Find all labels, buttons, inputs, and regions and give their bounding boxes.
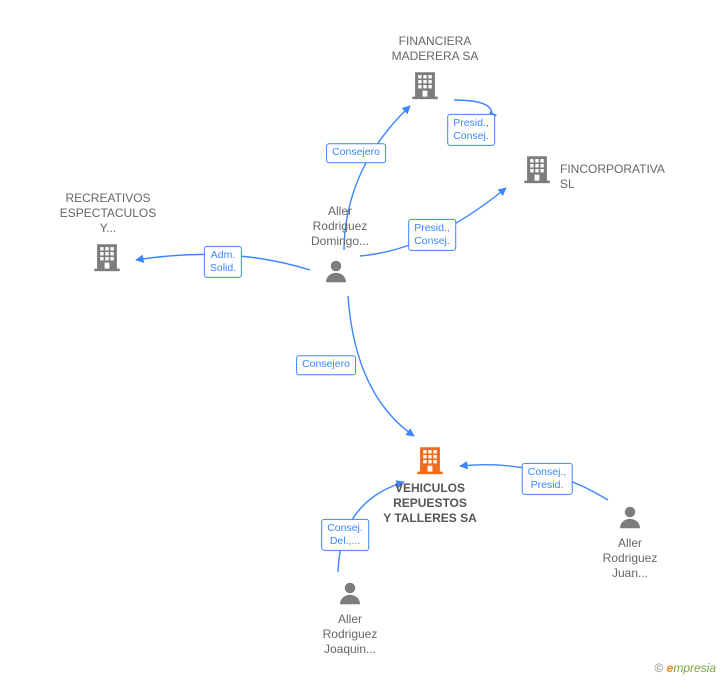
node-label: FINCORPORATIVA SL bbox=[560, 162, 664, 192]
company-node-financiera[interactable]: FINANCIERA MADERERA SA bbox=[375, 30, 495, 64]
node-label: Aller Rodriguez Juan... bbox=[580, 536, 680, 581]
building-icon bbox=[90, 240, 124, 274]
copyright: © empresia bbox=[654, 661, 716, 675]
relation-edge bbox=[348, 296, 414, 436]
node-label: Aller Rodriguez Domingo... bbox=[290, 204, 390, 249]
person-node-joaquin[interactable]: Aller Rodriguez Joaquin... bbox=[300, 578, 400, 657]
building-icon bbox=[408, 68, 442, 102]
building-icon bbox=[520, 152, 554, 186]
company-node-fincorporativa[interactable]: FINCORPORATIVA SL bbox=[480, 133, 630, 193]
company-node-recreativos[interactable]: RECREATIVOS ESPECTACULOS Y... bbox=[48, 187, 168, 236]
relation-label[interactable]: Presid.,Consej. bbox=[447, 114, 495, 146]
node-label: VEHICULOS REPUESTOS Y TALLERES SA bbox=[350, 481, 510, 526]
person-icon bbox=[300, 578, 400, 608]
node-label: RECREATIVOS ESPECTACULOS Y... bbox=[48, 191, 168, 236]
brand: empresia bbox=[667, 661, 716, 675]
person-icon bbox=[321, 256, 351, 286]
copyright-symbol: © bbox=[654, 661, 663, 675]
node-label: Aller Rodriguez Joaquin... bbox=[300, 612, 400, 657]
relation-label[interactable]: Presid.,Consej. bbox=[408, 219, 456, 251]
relation-label[interactable]: Adm.Solid. bbox=[204, 246, 242, 278]
relation-label[interactable]: Consejero bbox=[326, 143, 386, 163]
company-node-vehiculos[interactable]: VEHICULOS REPUESTOS Y TALLERES SA bbox=[350, 443, 510, 526]
relation-label[interactable]: Consej.Del.,... bbox=[321, 519, 369, 551]
person-icon bbox=[580, 502, 680, 532]
relation-label[interactable]: Consej.,Presid. bbox=[522, 463, 573, 495]
person-node-domingo[interactable]: Aller Rodriguez Domingo... bbox=[290, 200, 390, 249]
node-label: FINANCIERA MADERERA SA bbox=[375, 34, 495, 64]
person-node-juan[interactable]: Aller Rodriguez Juan... bbox=[580, 502, 680, 581]
building-icon bbox=[350, 443, 510, 477]
relation-label[interactable]: Consejero bbox=[296, 355, 356, 375]
